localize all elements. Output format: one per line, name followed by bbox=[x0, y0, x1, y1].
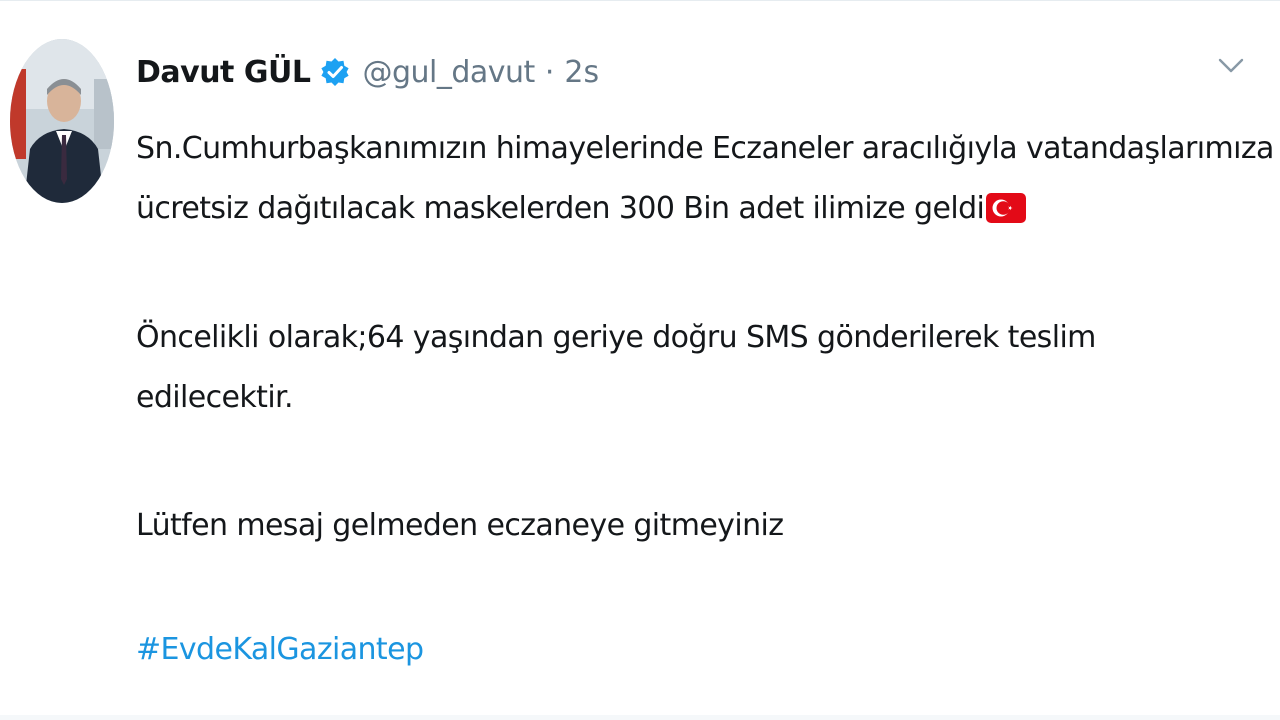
turkey-flag-emoji-icon bbox=[986, 184, 1027, 223]
user-handle[interactable]: @gul_davut bbox=[362, 55, 535, 90]
tweet-text-segment: ücretsiz dağıtılacak maskelerden 300 Bin… bbox=[136, 191, 985, 226]
tweet-text: Sn.Cumhurbaşkanımızın himayelerinde Ecza… bbox=[136, 119, 1274, 239]
tweet-paragraph: Lütfen mesaj gelmeden eczaneye gitmeyini… bbox=[136, 497, 784, 555]
verified-badge-icon bbox=[320, 57, 350, 87]
tweet-text-line: edilecektir. bbox=[136, 380, 294, 415]
display-name[interactable]: Davut GÜL bbox=[136, 55, 311, 90]
tweet-paragraph: Öncelikli olarak;64 yaşından geriye doğr… bbox=[136, 309, 1266, 429]
chevron-down-icon[interactable] bbox=[1214, 51, 1248, 81]
tweet-text-line: Öncelikli olarak;64 yaşından geriye doğr… bbox=[136, 320, 1096, 355]
tweet-card[interactable]: Davut GÜL @gul_davut · 2s Sn.Cumhurbaşka… bbox=[0, 0, 1280, 720]
avatar[interactable] bbox=[10, 39, 114, 203]
tweet-timestamp[interactable]: 2s bbox=[564, 55, 599, 90]
tweet-paragraph: #EvdeKalGaziantep bbox=[136, 621, 424, 679]
divider bbox=[0, 715, 1280, 720]
hashtag-link[interactable]: #EvdeKalGaziantep bbox=[136, 632, 424, 667]
tweet-text-line: Lütfen mesaj gelmeden eczaneye gitmeyini… bbox=[136, 508, 784, 543]
tweet-text-line: ücretsiz dağıtılacak maskelerden 300 Bin… bbox=[136, 179, 1266, 239]
tweet-text-line: Sn.Cumhurbaşkanımızın himayelerinde Ecza… bbox=[136, 131, 1274, 166]
tweet-header: Davut GÜL @gul_davut · 2s bbox=[136, 47, 599, 97]
separator-dot: · bbox=[544, 54, 555, 90]
